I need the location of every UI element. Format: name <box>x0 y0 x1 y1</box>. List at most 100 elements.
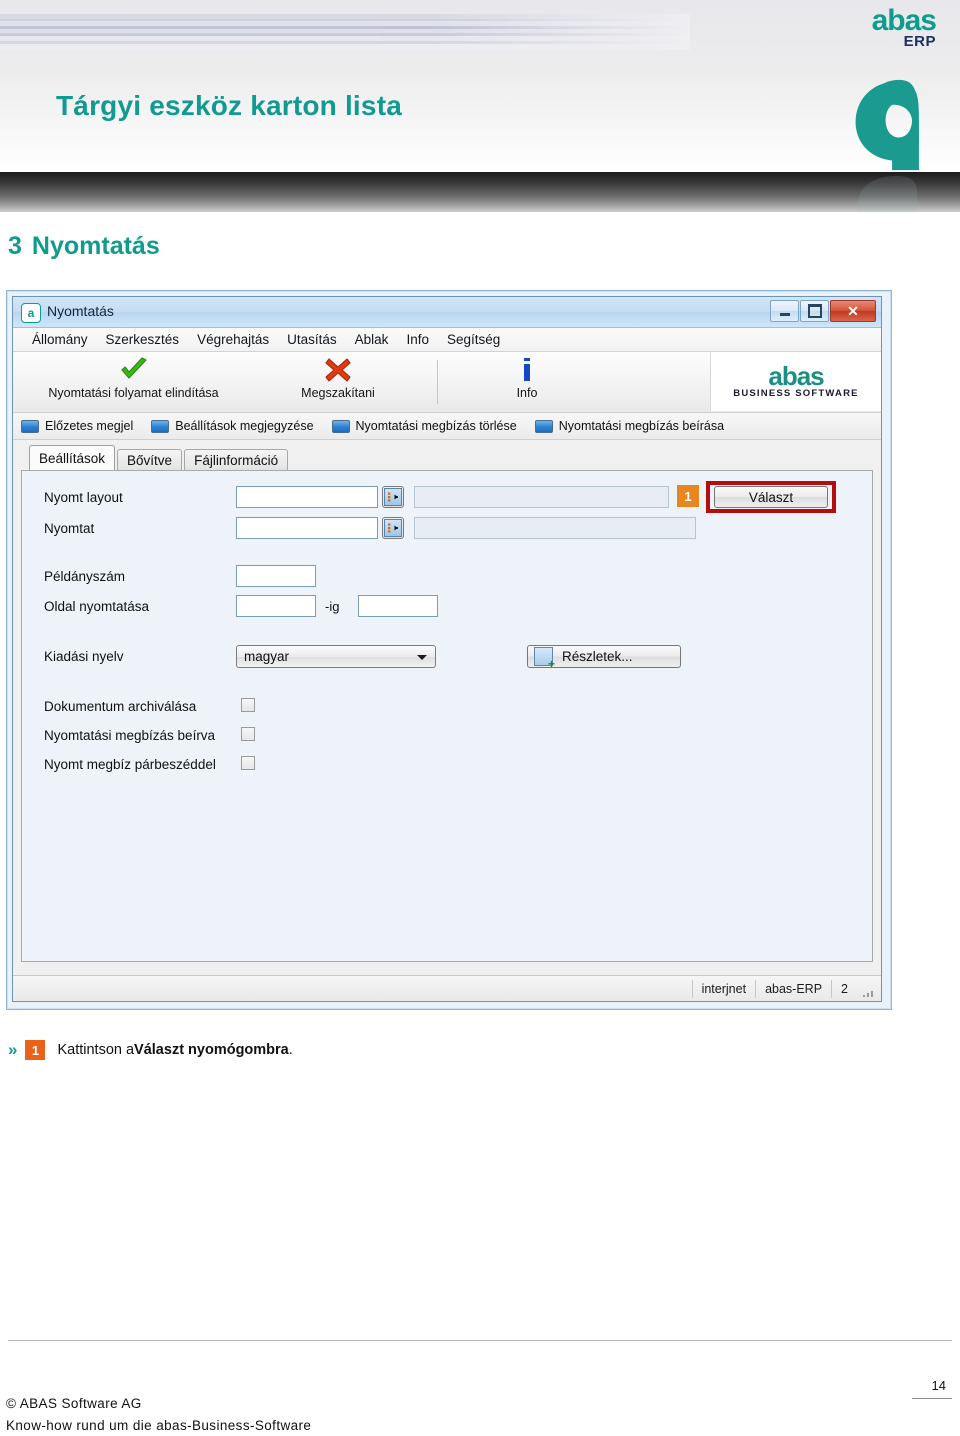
tab-panel-container: Beállítások Bővítve Fájlinformáció Nyomt… <box>13 440 881 968</box>
step-caption-text-before: Kattintson a <box>57 1042 135 1058</box>
display-nyomt-layout-desc <box>414 486 669 508</box>
tab-beallitasok[interactable]: Beállítások <box>29 445 116 470</box>
toggle-elozetes-megjel[interactable]: Előzetes megjel <box>21 419 133 433</box>
step-badge-1: 1 <box>677 485 699 507</box>
reszletek-button[interactable]: Részletek... <box>527 645 681 670</box>
picker-button-nyomtat[interactable] <box>382 517 404 539</box>
label-nyomt-layout: Nyomt layout <box>44 490 123 505</box>
input-oldal-from[interactable] <box>236 595 316 617</box>
statusbar-cell-count: 2 <box>831 979 857 998</box>
select-list-icon <box>384 488 402 506</box>
menu-item-vegrehajtas[interactable]: Végrehajtás <box>188 332 278 347</box>
label-oldal-nyomtatasa: Oldal nyomtatása <box>44 599 150 614</box>
info-icon <box>519 356 535 384</box>
toggle-label: Előzetes megjel <box>45 419 134 433</box>
statusbar-cell-system: abas-ERP <box>755 979 831 998</box>
minimize-icon <box>779 312 790 316</box>
minimize-button[interactable] <box>770 300 799 322</box>
toolbar-button-cancel[interactable]: Megszakítani <box>268 356 408 408</box>
toggle-label: Nyomtatási megbízás beírása <box>558 419 725 433</box>
abas-a-mark-reflection-icon <box>858 176 918 212</box>
toggle-nyomtatasi-megbizas-beirasa[interactable]: Nyomtatási megbízás beírása <box>534 419 725 433</box>
tab-bovitve[interactable]: Bővítve <box>117 449 183 471</box>
menubar: Állomány Szerkesztés Végrehajtás Utasítá… <box>13 328 881 352</box>
footer-divider <box>8 1340 952 1341</box>
menu-item-segitseg[interactable]: Segítség <box>438 332 509 347</box>
valaszt-button[interactable]: Választ <box>714 486 828 508</box>
toolbar-label-cancel: Megszakítani <box>301 386 375 400</box>
toolbar: Nyomtatási folyamat elindítása Megszakít… <box>13 352 881 413</box>
menu-item-szerkesztes[interactable]: Szerkesztés <box>97 332 189 347</box>
page-number: 14 <box>931 1378 946 1393</box>
menu-item-info[interactable]: Info <box>397 332 438 347</box>
menu-item-allomany[interactable]: Állomány <box>23 332 97 347</box>
maximize-icon <box>807 304 822 318</box>
window-titlebar: a Nyomtatás ✕ <box>13 297 881 328</box>
label-oldal-separator: -ig <box>325 599 340 614</box>
menu-item-utasitas[interactable]: Utasítás <box>278 332 346 347</box>
footer-copyright: © ABAS Software AG <box>6 1396 142 1411</box>
toolbar-button-start-print[interactable]: Nyomtatási folyamat elindítása <box>21 356 246 408</box>
abas-toolbar-logo-sub: BUSINESS SOFTWARE <box>733 388 859 400</box>
step-caption: » 1 Kattintson a Választ nyomógombra . <box>8 1040 293 1060</box>
app-icon: a <box>21 303 41 323</box>
step-caption-text-after: . <box>288 1042 293 1058</box>
toolbar-label-start-print: Nyomtatási folyamat elindítása <box>48 386 219 400</box>
abas-logo-word: abas <box>871 4 937 37</box>
select-kiadasi-nyelv-value: magyar <box>244 649 290 664</box>
chevron-down-icon <box>417 654 427 660</box>
checkbox-nyomtatasi-megbizas-beirva[interactable] <box>241 727 255 741</box>
tab-fajlinformacio[interactable]: Fájlinformáció <box>184 449 289 471</box>
window-title: Nyomtatás <box>47 303 114 319</box>
step-caption-badge: 1 <box>25 1040 46 1060</box>
footer-tagline: Know-how rund um die abas-Business-Softw… <box>6 1418 312 1433</box>
toggle-switch-icon <box>151 419 170 433</box>
toggle-nyomtatasi-megbizas-torlese[interactable]: Nyomtatási megbízás törlése <box>331 419 517 433</box>
resize-grip-icon[interactable] <box>861 981 877 997</box>
maximize-button[interactable] <box>800 300 829 322</box>
menu-item-ablak[interactable]: Ablak <box>346 332 398 347</box>
select-list-icon <box>384 519 402 537</box>
window-controls: ✕ <box>770 300 876 322</box>
page-banner: abas ERP Tárgyi eszköz karton lista <box>0 0 960 212</box>
picker-button-nyomt-layout[interactable] <box>382 486 404 508</box>
abas-a-mark-shape <box>855 81 919 171</box>
toggle-switch-icon <box>331 419 350 433</box>
statusbar-cell-connection: interjnet <box>691 979 755 998</box>
select-kiadasi-nyelv[interactable]: magyar <box>236 645 436 668</box>
page-title: Tárgyi eszköz karton lista <box>56 90 402 121</box>
abas-toolbar-logo-word: abas <box>768 360 824 391</box>
toolbar-separator <box>437 360 438 404</box>
input-oldal-to[interactable] <box>358 595 438 617</box>
section-number: 3 <box>8 232 22 260</box>
toggle-switch-icon <box>534 419 553 433</box>
toolbar-button-info[interactable]: Info <box>483 356 571 408</box>
section-title: Nyomtatás <box>31 232 160 260</box>
toggle-switch-icon <box>21 419 39 433</box>
screenshot-frame: a Nyomtatás ✕ Állomány Szerkesztés Végre… <box>6 290 892 1010</box>
close-button[interactable]: ✕ <box>830 300 876 322</box>
toggle-label: Nyomtatási megbízás törlése <box>355 419 517 433</box>
add-details-icon <box>534 647 555 670</box>
label-nyomtat: Nyomtat <box>44 521 95 536</box>
abas-erp-logo: abas ERP <box>871 4 937 50</box>
checkbox-dokumentum-archivalasa[interactable] <box>241 698 255 712</box>
step-caption-text-bold: Választ nyomógombra <box>134 1042 289 1058</box>
label-nyomtatasi-megbizas-beirva: Nyomtatási megbízás beírva <box>44 728 216 743</box>
label-dokumentum-archivalasa: Dokumentum archiválása <box>44 699 197 714</box>
checkbox-nyomt-megbiz-parbeszeddel[interactable] <box>241 756 255 770</box>
settings-panel: Nyomt layout 1 Választ Nyomtat Példánysz… <box>21 470 873 962</box>
close-icon: ✕ <box>847 303 859 319</box>
option-toggle-bar: Előzetes megjel Beállítások megjegyzése … <box>13 413 881 440</box>
abas-business-software-logo: abas BUSINESS SOFTWARE <box>710 352 881 411</box>
nyomtatas-window: a Nyomtatás ✕ Állomány Szerkesztés Végre… <box>12 296 882 1002</box>
input-nyomtat[interactable] <box>236 517 378 539</box>
window-statusbar: interjnet abas-ERP 2 <box>13 975 881 1001</box>
reszletek-button-label: Részletek... <box>562 649 633 664</box>
toggle-beallitasok-megjegyzese[interactable]: Beállítások megjegyzése <box>151 419 314 433</box>
cross-icon <box>324 356 352 384</box>
input-peldanyszam[interactable] <box>236 565 316 587</box>
chevron-right-icon: » <box>8 1040 18 1059</box>
banner-stripes-decoration <box>0 14 690 50</box>
input-nyomt-layout[interactable] <box>236 486 378 508</box>
